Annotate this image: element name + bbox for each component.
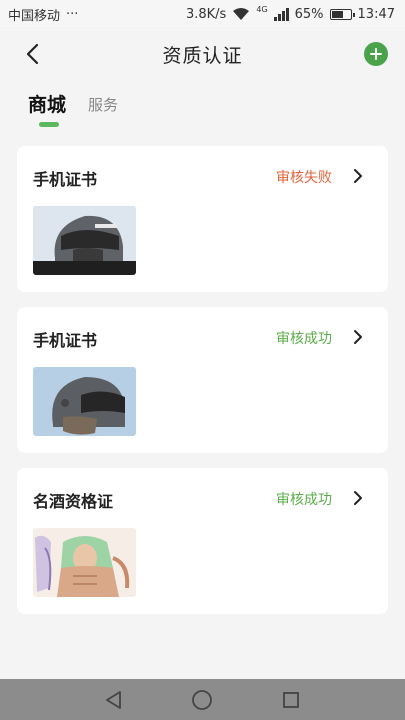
nav-home-button[interactable] bbox=[190, 688, 214, 712]
status-badge: 审核成功 bbox=[276, 331, 332, 347]
certificate-card[interactable]: 手机证书 审核失败 bbox=[17, 146, 388, 292]
tab-service[interactable]: 服务 bbox=[88, 90, 118, 115]
nav-recents-button[interactable] bbox=[279, 688, 303, 712]
chevron-right-icon bbox=[354, 169, 362, 183]
tab-label: 商城 bbox=[28, 94, 67, 116]
network-type: 4G bbox=[256, 4, 268, 14]
add-button[interactable] bbox=[364, 42, 388, 66]
plus-icon bbox=[370, 48, 382, 60]
status-badge: 审核失败 bbox=[276, 170, 332, 186]
card-title: 名酒资格证 bbox=[33, 492, 114, 511]
chevron-left-icon bbox=[26, 43, 39, 65]
certificate-card[interactable]: 名酒资格证 审核成功 bbox=[17, 468, 388, 614]
clock: 13:47 bbox=[357, 6, 395, 22]
nav-back-button[interactable] bbox=[102, 688, 126, 712]
system-nav-bar bbox=[0, 679, 405, 720]
app-header: 资质认证 bbox=[0, 28, 405, 80]
more-notifications-icon: ··· bbox=[66, 6, 79, 22]
certificate-card[interactable]: 手机证书 审核成功 bbox=[17, 307, 388, 453]
triangle-back-icon bbox=[106, 690, 122, 709]
carrier-label: 中国移动 bbox=[8, 8, 61, 24]
certificate-thumbnail[interactable] bbox=[33, 206, 136, 275]
square-recents-icon bbox=[282, 691, 299, 708]
circle-home-icon bbox=[192, 689, 213, 710]
status-bar: 中国移动 ··· 3.8K/s 4G 65% 13:47 bbox=[0, 0, 405, 28]
tab-mall[interactable]: 商城 bbox=[28, 90, 67, 127]
chevron-right-icon bbox=[354, 491, 362, 505]
wifi-icon bbox=[233, 8, 250, 20]
chevron-right-icon bbox=[354, 330, 362, 344]
battery-fill bbox=[331, 10, 343, 18]
status-badge: 审核成功 bbox=[276, 492, 332, 508]
battery-percent: 65% bbox=[294, 6, 324, 22]
certificate-thumbnail[interactable] bbox=[33, 528, 136, 597]
card-title: 手机证书 bbox=[33, 170, 98, 189]
network-speed: 3.8K/s bbox=[185, 6, 227, 22]
tab-label: 服务 bbox=[88, 96, 119, 114]
battery-icon bbox=[329, 8, 355, 20]
certificate-thumbnail[interactable] bbox=[33, 367, 136, 436]
tab-bar: 商城 服务 bbox=[0, 90, 405, 132]
back-button[interactable] bbox=[18, 40, 46, 68]
card-title: 手机证书 bbox=[33, 331, 98, 350]
page-title: 资质认证 bbox=[162, 44, 243, 67]
signal-icon bbox=[273, 7, 289, 21]
tab-active-indicator bbox=[39, 122, 59, 127]
